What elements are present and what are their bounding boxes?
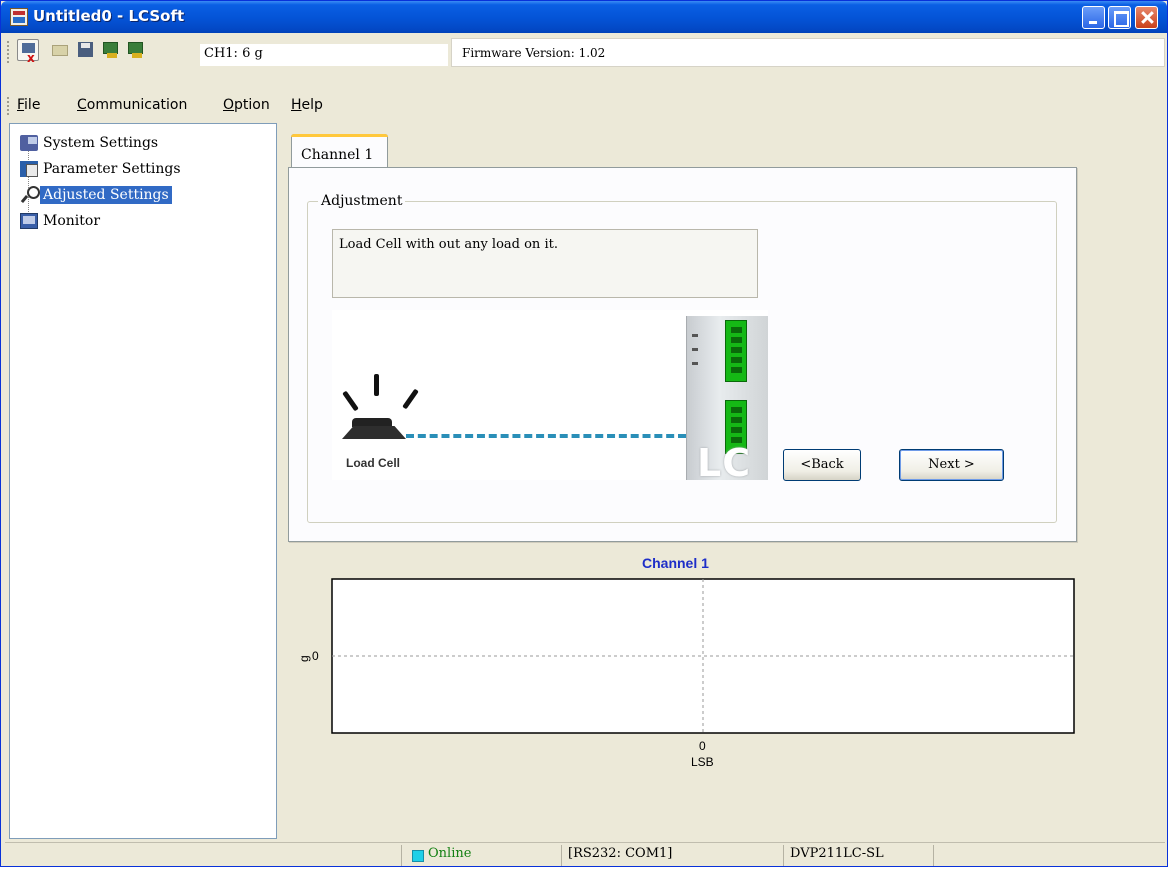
monitor-icon (20, 213, 38, 229)
close-button[interactable] (1135, 6, 1158, 29)
x-tick-label: 0 (699, 739, 706, 753)
status-port: [RS232: COM1] (561, 845, 783, 866)
load-cell-icon (342, 426, 406, 439)
menu-communication[interactable]: Communication (77, 97, 187, 113)
connection-line (406, 434, 686, 438)
title-bar[interactable]: Untitled0 - LCSoft (1, 1, 1167, 33)
tree-item-adjusted-settings[interactable]: Adjusted Settings (27, 184, 172, 205)
settings-tree: System Settings Parameter Settings Adjus… (9, 123, 277, 839)
status-model: DVP211LC-SL (783, 845, 933, 866)
minimize-button[interactable] (1082, 6, 1105, 29)
menu-help[interactable]: Help (291, 97, 323, 113)
terminal-block (725, 320, 747, 382)
tree-item-label: Parameter Settings (43, 160, 181, 177)
tree-item-monitor[interactable]: Monitor (20, 210, 103, 231)
open-file-icon[interactable] (50, 39, 72, 61)
channel-1-panel: Adjustment Load Cell with out any load o… (288, 167, 1077, 542)
online-indicator-icon (412, 850, 424, 862)
adjustment-group: Adjustment Load Cell with out any load o… (307, 193, 1057, 523)
module-mark: LC (697, 441, 752, 485)
status-empty (933, 845, 1165, 866)
system-settings-icon (20, 135, 38, 151)
app-logo-icon (10, 8, 28, 26)
ray-mark (374, 374, 379, 396)
channel-chart: Channel 1 0 g 0 LSB (288, 546, 1098, 811)
tab-channel-1[interactable]: Channel 1 (291, 134, 388, 168)
status-connection: Online (401, 845, 561, 866)
ray-mark (342, 390, 359, 412)
ray-mark (402, 388, 419, 410)
adjusted-settings-icon (20, 186, 40, 202)
next-button[interactable]: Next > (899, 449, 1004, 481)
menu-file-label: ile (24, 97, 41, 113)
x-axis-label: LSB (691, 755, 714, 769)
load-cell-label: Load Cell (346, 456, 401, 470)
module-led (692, 348, 698, 351)
lc-module-image: LC (686, 316, 768, 485)
tree-item-label: System Settings (43, 134, 159, 151)
menu-file[interactable]: File (17, 97, 40, 113)
menu-bar: File Communication Option Help (5, 95, 1165, 117)
save-icon[interactable] (75, 39, 97, 61)
app-window: Untitled0 - LCSoft x CH1: 6 g Firmware V… (0, 0, 1168, 867)
firmware-version: Firmware Version: 1.02 (462, 46, 606, 60)
firmware-panel: Firmware Version: 1.02 (451, 38, 1165, 67)
parameter-settings-icon (20, 161, 38, 177)
channel-reading: CH1: 6 g (200, 44, 448, 66)
download-icon[interactable] (125, 39, 147, 61)
toolbar: x CH1: 6 g Firmware Version: 1.02 (5, 35, 1165, 89)
back-button[interactable]: <Back (783, 449, 861, 481)
disconnect-icon[interactable]: x (17, 39, 39, 65)
tree-item-label-selected: Adjusted Settings (40, 185, 172, 204)
status-bar: Online [RS232: COM1] DVP211LC-SL (5, 842, 1165, 866)
tree-item-parameter-settings[interactable]: Parameter Settings (20, 158, 184, 179)
chart-canvas: 0 g 0 LSB (297, 578, 1075, 769)
toolbar-grip[interactable] (7, 41, 10, 63)
adjustment-group-label: Adjustment (318, 193, 406, 209)
y-axis-label: g (297, 655, 311, 662)
menu-option[interactable]: Option (223, 97, 270, 113)
maximize-button[interactable] (1108, 6, 1131, 29)
connection-status: Online (428, 846, 472, 861)
menubar-grip[interactable] (7, 97, 10, 115)
tree-item-label: Monitor (43, 212, 101, 229)
load-cell-diagram: Load Cell LC (332, 310, 768, 485)
load-cell-cap-icon (352, 418, 392, 427)
module-led (692, 362, 698, 365)
window-title: Untitled0 - LCSoft (33, 7, 185, 25)
menu-option-label: ption (234, 97, 270, 113)
tree-item-system-settings[interactable]: System Settings (20, 132, 161, 153)
menu-communication-label: ommunication (86, 97, 188, 113)
menu-help-label: elp (301, 97, 323, 113)
module-led (692, 334, 698, 337)
y-tick-label: 0 (312, 649, 319, 663)
upload-icon[interactable] (100, 39, 122, 61)
instruction-text: Load Cell with out any load on it. (332, 229, 758, 298)
